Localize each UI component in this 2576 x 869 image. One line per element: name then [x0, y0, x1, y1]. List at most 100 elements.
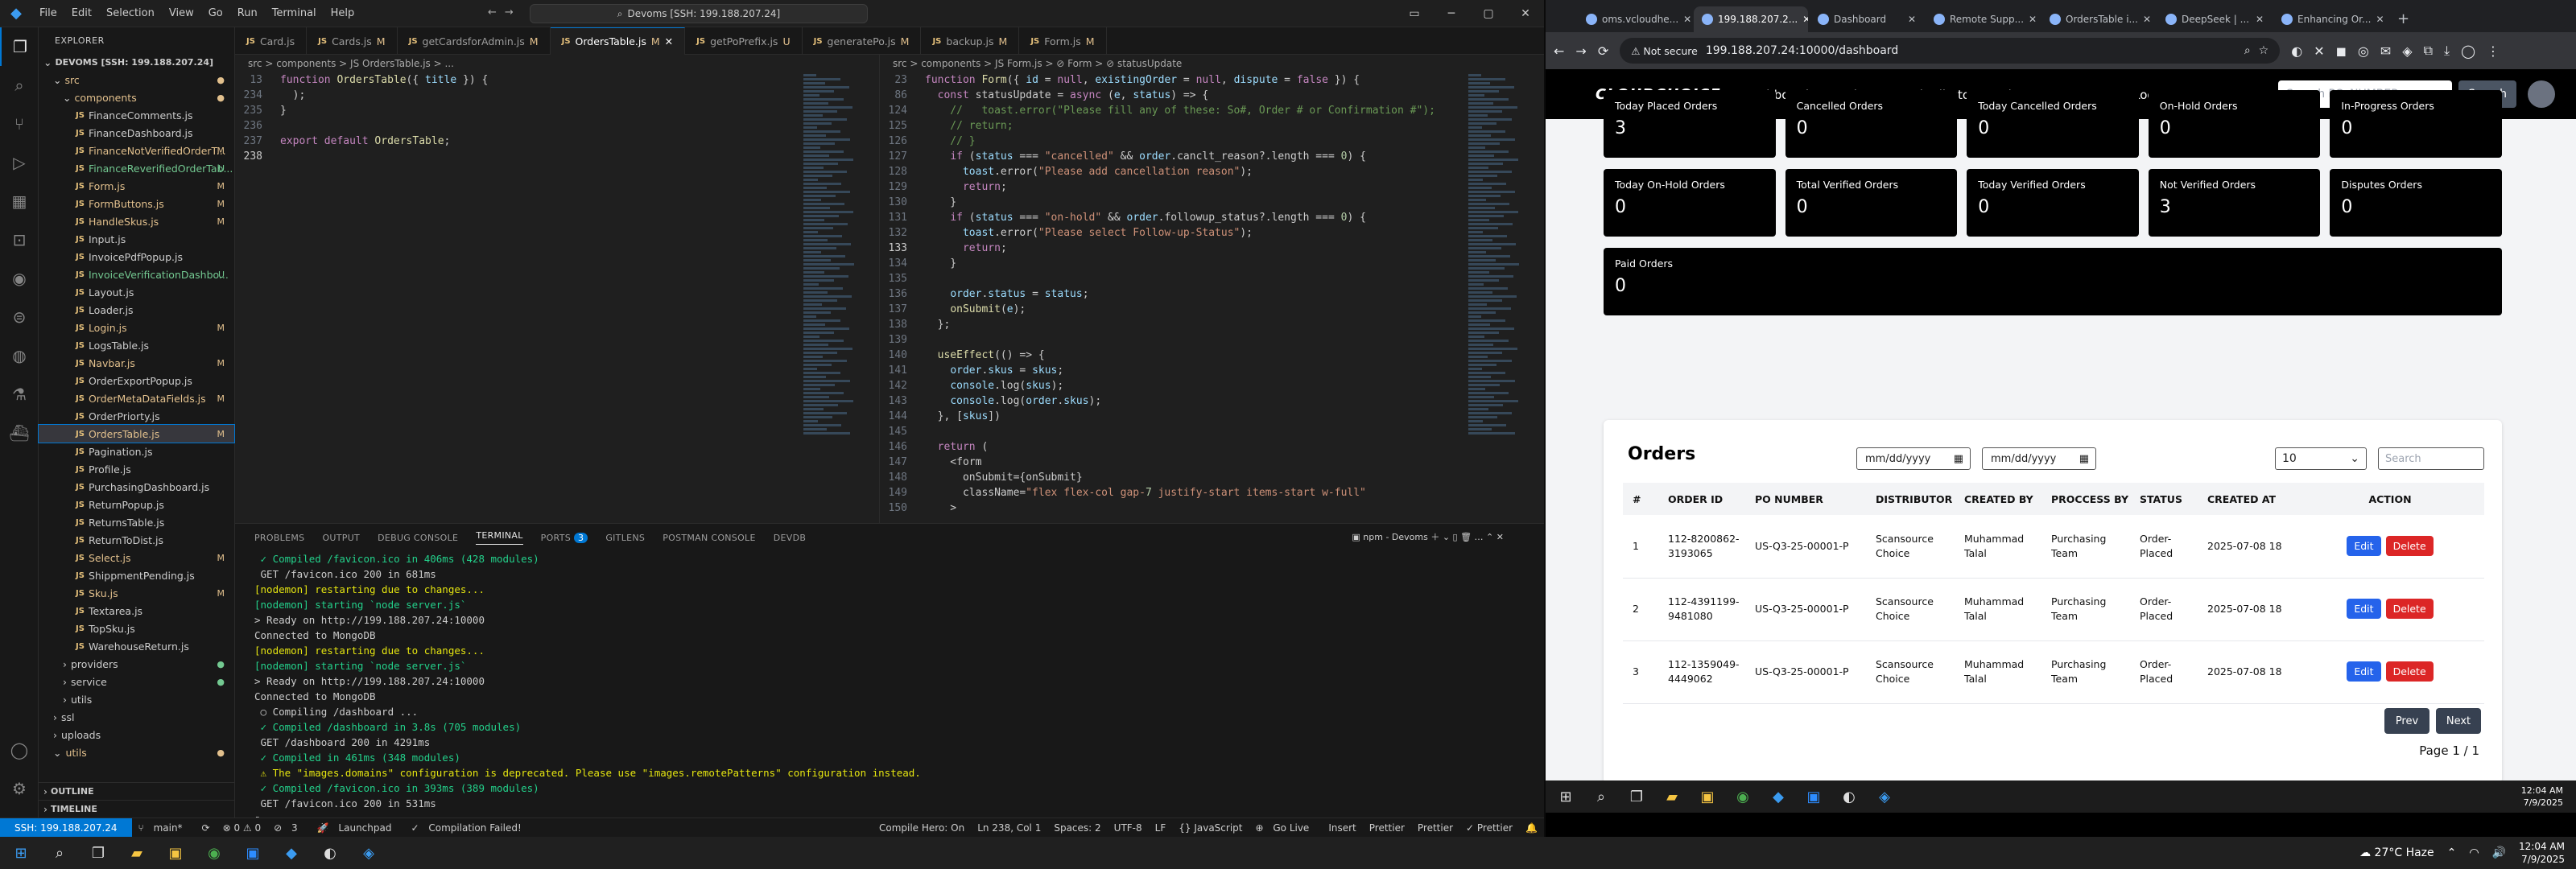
app-icon[interactable]: ◈ [356, 840, 382, 866]
code-line[interactable]: 126 // } [880, 134, 1544, 149]
vscode-icon[interactable]: ◆ [279, 840, 304, 866]
explorer-icon[interactable]: ❐ [0, 27, 39, 66]
app-icon[interactable]: ◈ [1872, 785, 1897, 809]
clock[interactable]: 12:04 AM 7/9/2025 [2521, 785, 2563, 809]
encoding[interactable]: UTF-8 [1108, 822, 1149, 834]
panel-tab-terminal[interactable]: TERMINAL [476, 530, 523, 545]
code-line[interactable]: 140 useEffect(() => { [880, 348, 1544, 363]
tray-chevron-icon[interactable]: ⌃ [2447, 846, 2457, 859]
browser-tab[interactable]: 199.188.207.2... ✕ [1694, 6, 1808, 32]
code-line[interactable]: 142 console.log(skus); [880, 378, 1544, 393]
close-icon[interactable]: ✕ [2029, 14, 2037, 25]
outline-section[interactable]: › OUTLINE [39, 782, 235, 800]
file-item[interactable]: JS Pagination.js [39, 443, 234, 460]
cursor-position[interactable]: Ln 238, Col 1 [971, 822, 1047, 834]
vscode-icon[interactable]: ◆ [1766, 785, 1790, 809]
code-line[interactable]: 147 <form [880, 455, 1544, 470]
avatar[interactable] [2528, 80, 2555, 108]
panel-tab-debug-console[interactable]: DEBUG CONSOLE [378, 533, 458, 543]
close-icon[interactable]: ✕ [2256, 14, 2264, 25]
code-line[interactable]: 124 // toast.error("Please fill any of t… [880, 103, 1544, 118]
gear-icon[interactable]: ⚙ [0, 769, 39, 808]
close-icon[interactable]: ✕ [1507, 7, 1544, 20]
file-item[interactable]: JS FormButtons.js M [39, 195, 234, 212]
extensions-icon[interactable]: ▦ [0, 182, 39, 220]
file-item[interactable]: JS Textarea.js [39, 602, 234, 620]
minimap[interactable] [1468, 72, 1533, 523]
file-item[interactable]: JS Loader.js [39, 301, 234, 319]
timeline-section[interactable]: › TIMELINE [39, 800, 235, 818]
browser-tab[interactable]: Remote Supp... ✕ [1926, 6, 2040, 32]
minimize-icon[interactable]: ─ [1433, 7, 1470, 20]
file-item[interactable]: JS Navbar.js M [39, 354, 234, 372]
menu-icon[interactable]: ⋮ [2487, 43, 2500, 59]
file-item[interactable]: JS Select.js M [39, 549, 234, 566]
insert-mode[interactable]: Insert [1322, 822, 1362, 834]
search-icon[interactable]: ⌕ [1589, 785, 1613, 809]
page-size-select[interactable]: 10 ⌄ [2275, 447, 2367, 470]
browser-tab[interactable]: DeepSeek | ... ✕ [2157, 6, 2272, 32]
search-icon[interactable]: ⌕ [0, 66, 39, 105]
close-icon[interactable]: ✕ [1802, 14, 1808, 25]
left-editor-pane[interactable]: src > components > JS OrdersTable.js > .… [235, 55, 879, 523]
code-line[interactable]: 134 } [880, 256, 1544, 271]
profile-icon[interactable]: ◯ [2461, 43, 2475, 59]
edit-button[interactable]: Edit [2347, 535, 2381, 556]
folder-item[interactable]: › service ● [39, 673, 234, 690]
new-tab-icon[interactable]: + [2389, 10, 2417, 32]
close-icon[interactable]: ✕ [2143, 14, 2151, 25]
close-icon[interactable]: ✕ [2376, 14, 2384, 25]
problems-status[interactable]: ⊗ 0 ⚠ 0 [217, 822, 268, 834]
code-line[interactable]: 148 onSubmit={onSubmit} [880, 470, 1544, 485]
network-icon[interactable]: ◠ [2469, 846, 2479, 859]
edit-button[interactable]: Edit [2347, 599, 2381, 619]
prev-button[interactable]: Prev [2384, 708, 2429, 734]
workspace-root[interactable]: ⌄ DEVOMS [SSH: 199.188.207.24] [39, 53, 234, 71]
minimap[interactable] [803, 72, 868, 523]
extensions-puzzle-icon[interactable]: ⧉ [2424, 43, 2433, 59]
chrome-icon[interactable]: ◉ [1731, 785, 1755, 809]
code-line[interactable]: 149 className="flex flex-col gap-7 justi… [880, 485, 1544, 500]
weather-widget[interactable]: ☁ 27°C Haze [2359, 846, 2434, 859]
menu-item-edit[interactable]: Edit [64, 7, 99, 19]
extension-icon[interactable]: ◐ [2291, 43, 2302, 59]
extension-icon[interactable]: ✉ [2380, 43, 2391, 59]
close-icon[interactable]: ✕ [1908, 14, 1916, 25]
docker-icon[interactable]: ⛴ [0, 414, 39, 452]
editor-tab[interactable]: JS Cards.js M [307, 27, 398, 55]
file-item[interactable]: JS LogsTable.js [39, 336, 234, 354]
eol[interactable]: LF [1149, 822, 1173, 834]
editor-tab[interactable]: JS generatePo.js M [803, 27, 922, 55]
editor-tab[interactable]: JS getCardsforAdmin.js M [398, 27, 551, 55]
compile-status[interactable]: ✓ Compilation Failed! [404, 822, 534, 834]
remote-indicator[interactable]: SSH: 199.188.207.24 [0, 818, 132, 838]
nav-arrows[interactable]: ←→ [488, 6, 522, 19]
command-center[interactable]: ⌕ Devoms [SSH: 199.188.207.24] [530, 4, 868, 23]
file-item[interactable]: JS WarehouseReturn.js [39, 637, 234, 655]
close-icon[interactable]: ✕ [665, 35, 673, 47]
browser-tab[interactable]: Dashboard ✕ [1810, 6, 1924, 32]
file-item[interactable]: JS ReturnsTable.js [39, 513, 234, 531]
code-line[interactable]: 86 const statusUpdate = async (e, status… [880, 88, 1544, 103]
remote-explorer-icon[interactable]: ⊡ [0, 220, 39, 259]
file-item[interactable]: JS Layout.js [39, 283, 234, 301]
prettier-status[interactable]: Prettier [1363, 822, 1411, 834]
reload-icon[interactable]: ⟳ [1598, 43, 1608, 59]
file-item[interactable]: JS ReturnToDist.js [39, 531, 234, 549]
gitlens-icon[interactable]: ◉ [0, 259, 39, 298]
code-line[interactable]: 129 return; [880, 179, 1544, 195]
code-line[interactable]: 130 } [880, 195, 1544, 210]
file-item[interactable]: JS Input.js [39, 230, 234, 248]
folder-item[interactable]: › utils [39, 690, 234, 708]
menu-item-view[interactable]: View [162, 7, 201, 19]
code-line[interactable]: 150 > [880, 500, 1544, 516]
task-view-icon[interactable]: ❐ [85, 840, 111, 866]
clock[interactable]: 12:04 AM 7/9/2025 [2519, 840, 2565, 866]
edit-button[interactable]: Edit [2347, 661, 2381, 682]
code-line[interactable]: 131 if (status === "on-hold" && order.fo… [880, 210, 1544, 225]
right-code[interactable]: 23 function Form({ id = null, existingOrd… [880, 72, 1544, 516]
folder-components[interactable]: ⌄ components ● [39, 89, 234, 106]
code-line[interactable]: 141 order.skus = skus; [880, 363, 1544, 378]
delete-button[interactable]: Delete [2385, 599, 2434, 619]
code-line[interactable]: 145 [880, 424, 1544, 439]
